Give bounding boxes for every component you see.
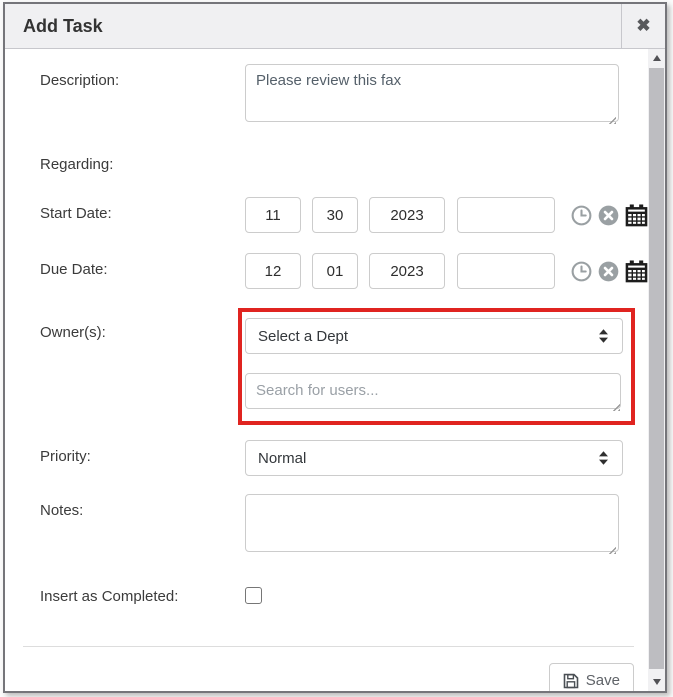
due-date-row: Due Date: — [5, 253, 648, 289]
start-clear-button[interactable] — [598, 205, 619, 226]
dialog-body: Description: Please review this fax Rega… — [5, 49, 665, 691]
due-calendar-button[interactable] — [625, 260, 648, 283]
form-content: Description: Please review this fax Rega… — [5, 49, 648, 691]
insert-completed-checkbox[interactable] — [245, 587, 262, 604]
clear-circle-icon — [598, 205, 619, 226]
due-month-input[interactable] — [245, 253, 301, 289]
clear-circle-icon — [598, 261, 619, 282]
owners-label: Owner(s): — [40, 316, 245, 425]
dept-select-value: Select a Dept — [258, 328, 597, 345]
priority-row: Priority: Normal — [5, 440, 648, 476]
start-year-input[interactable] — [369, 197, 445, 233]
priority-select[interactable]: Normal — [245, 440, 623, 476]
start-day-input[interactable] — [312, 197, 358, 233]
clock-icon — [571, 205, 592, 226]
description-label: Description: — [40, 64, 245, 127]
vertical-scrollbar[interactable] — [648, 49, 665, 691]
insert-completed-row: Insert as Completed: — [5, 580, 648, 605]
notes-label: Notes: — [40, 494, 245, 557]
description-textarea[interactable]: Please review this fax — [245, 64, 619, 122]
dialog-title: Add Task — [5, 4, 621, 48]
calendar-icon — [625, 260, 648, 283]
dialog-header: Add Task ✖ — [5, 4, 665, 49]
notes-row: Notes: — [5, 494, 648, 557]
close-icon: ✖ — [636, 16, 650, 36]
regarding-row: Regarding: — [5, 148, 648, 173]
start-month-input[interactable] — [245, 197, 301, 233]
add-task-dialog: Add Task ✖ Description: Please review th… — [3, 2, 667, 693]
insert-completed-label: Insert as Completed: — [40, 580, 245, 605]
start-time-button[interactable] — [571, 205, 592, 226]
priority-label: Priority: — [40, 440, 245, 476]
regarding-label: Regarding: — [40, 148, 245, 173]
notes-textarea[interactable] — [245, 494, 619, 552]
due-time-input[interactable] — [457, 253, 555, 289]
scrollbar-thumb[interactable] — [649, 68, 664, 669]
close-button[interactable]: ✖ — [621, 4, 665, 48]
due-year-input[interactable] — [369, 253, 445, 289]
scroll-up-arrow-icon — [653, 55, 661, 61]
start-date-label: Start Date: — [40, 197, 245, 233]
scroll-up-button[interactable] — [648, 49, 665, 67]
description-row: Description: Please review this fax — [5, 64, 648, 127]
start-time-input[interactable] — [457, 197, 555, 233]
clock-icon — [571, 261, 592, 282]
calendar-icon — [625, 204, 648, 227]
scroll-down-button[interactable] — [648, 673, 665, 691]
user-search-input[interactable] — [245, 373, 621, 409]
dept-select[interactable]: Select a Dept — [245, 318, 623, 354]
due-clear-button[interactable] — [598, 261, 619, 282]
due-time-button[interactable] — [571, 261, 592, 282]
save-button[interactable]: Save — [549, 663, 634, 691]
due-date-label: Due Date: — [40, 253, 245, 289]
due-day-input[interactable] — [312, 253, 358, 289]
start-date-row: Start Date: — [5, 197, 648, 233]
dialog-footer: Save — [5, 647, 648, 691]
unfold-arrows-icon — [597, 450, 610, 466]
save-button-label: Save — [586, 672, 620, 689]
floppy-disk-icon — [563, 673, 579, 689]
priority-select-value: Normal — [258, 450, 597, 467]
scroll-down-arrow-icon — [653, 679, 661, 685]
start-calendar-button[interactable] — [625, 204, 648, 227]
annotation-highlight-box: Select a Dept — [238, 308, 635, 425]
unfold-arrows-icon — [597, 328, 610, 344]
owners-row: Owner(s): Select a Dept — [5, 316, 648, 425]
